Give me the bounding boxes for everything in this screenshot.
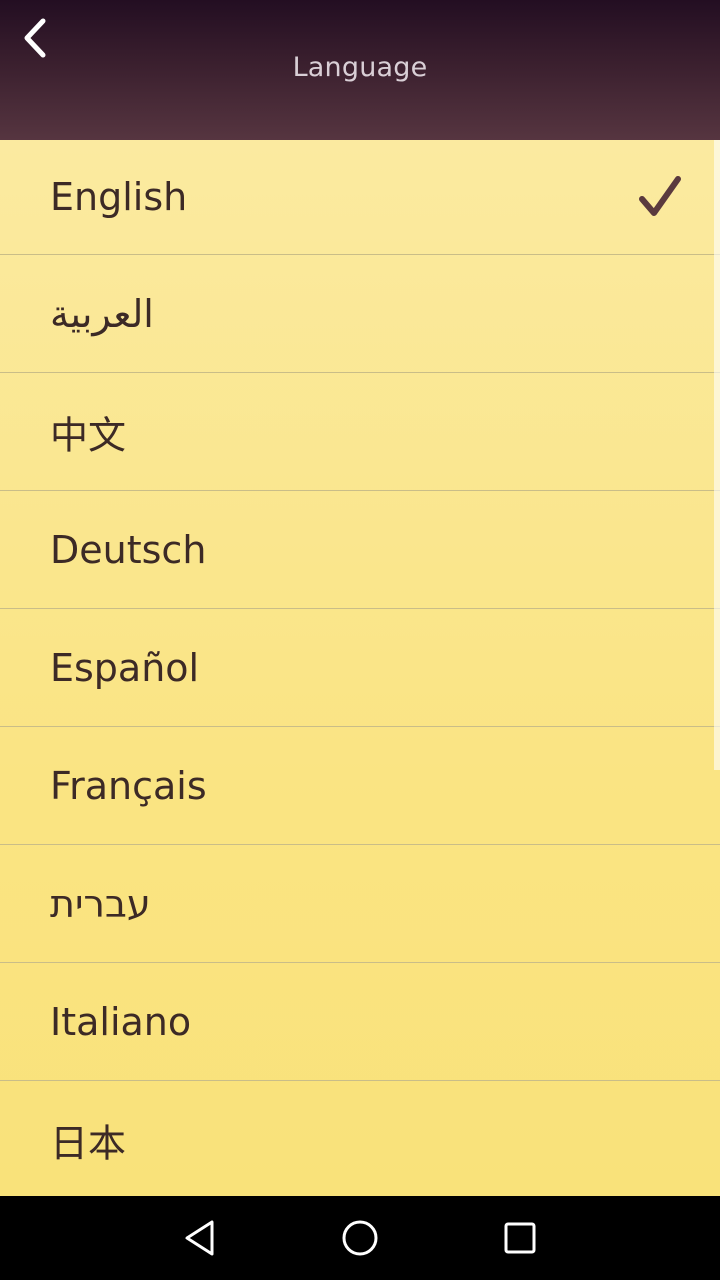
home-circle-icon	[342, 1220, 378, 1256]
language-screen: Language English العربية 中文 Deutsch Espa…	[0, 0, 720, 1280]
header-bar: Language	[0, 0, 720, 140]
language-list: English العربية 中文 Deutsch Español Franç…	[0, 140, 720, 1196]
nav-home-button[interactable]	[336, 1214, 384, 1262]
system-navigation-bar	[0, 1196, 720, 1280]
language-item-english[interactable]: English	[0, 140, 720, 255]
language-label: 日本	[50, 1121, 127, 1165]
language-item-italian[interactable]: Italiano	[0, 963, 720, 1081]
nav-back-button[interactable]	[176, 1214, 224, 1262]
language-item-chinese[interactable]: 中文	[0, 373, 720, 491]
language-label: English	[50, 175, 188, 219]
recents-square-icon	[504, 1222, 536, 1254]
scrollbar[interactable]	[714, 140, 720, 770]
back-triangle-icon	[185, 1220, 214, 1256]
language-label: Español	[50, 645, 200, 690]
language-label: العربية	[50, 291, 154, 336]
language-item-spanish[interactable]: Español	[0, 609, 720, 727]
nav-recents-button[interactable]	[496, 1214, 544, 1262]
language-item-japanese[interactable]: 日本	[0, 1081, 720, 1196]
language-label: 中文	[50, 413, 127, 457]
language-item-arabic[interactable]: العربية	[0, 255, 720, 373]
language-label: Italiano	[50, 999, 192, 1044]
language-item-german[interactable]: Deutsch	[0, 491, 720, 609]
language-item-hebrew[interactable]: עברית	[0, 845, 720, 963]
language-label: עברית	[50, 881, 151, 926]
language-item-french[interactable]: Français	[0, 727, 720, 845]
language-label: Français	[50, 763, 207, 808]
language-label: Deutsch	[50, 527, 207, 572]
page-title: Language	[292, 52, 428, 83]
checkmark-icon	[639, 176, 681, 216]
